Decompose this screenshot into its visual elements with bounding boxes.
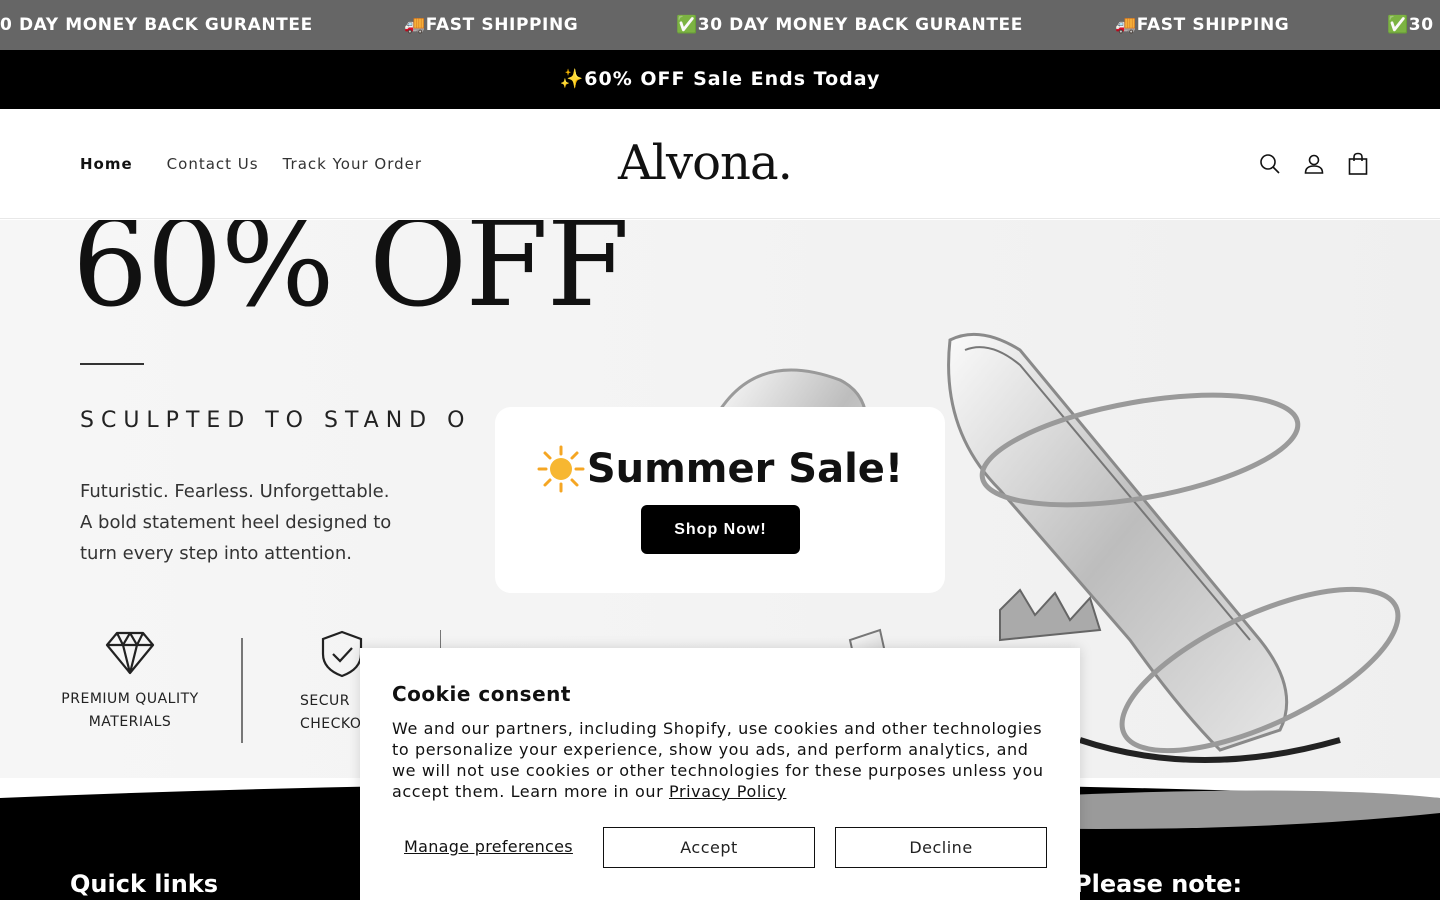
site-header: Home Contact Us Track Your Order Alvona. bbox=[0, 109, 1440, 219]
marquee-item: ✅30 bbox=[1387, 15, 1434, 35]
announcement-bar: ✨60% OFF Sale Ends Today bbox=[0, 50, 1440, 109]
hero-divider bbox=[80, 363, 144, 365]
marquee-item: 0 DAY MONEY BACK GURANTEE bbox=[0, 15, 313, 35]
cookie-consent-dialog: Cookie consent We and our partners, incl… bbox=[360, 648, 1080, 900]
privacy-policy-link[interactable]: Privacy Policy bbox=[669, 782, 786, 801]
marquee-item: ✅30 DAY MONEY BACK GURANTEE bbox=[676, 15, 1023, 35]
shield-check-icon bbox=[320, 630, 364, 682]
cart-icon[interactable] bbox=[1346, 152, 1370, 176]
hero-copy-line: A bold statement heel designed to bbox=[80, 512, 392, 533]
diamond-icon bbox=[105, 631, 155, 680]
footer-quick-links-heading: Quick links bbox=[70, 870, 219, 898]
cookie-title: Cookie consent bbox=[392, 682, 571, 706]
search-icon[interactable] bbox=[1258, 152, 1282, 176]
hero-headline: 60% OFF bbox=[72, 220, 630, 334]
logo[interactable]: Alvona. bbox=[618, 133, 818, 193]
nav-contact-us[interactable]: Contact Us bbox=[167, 155, 259, 173]
nav-home[interactable]: Home bbox=[80, 155, 133, 173]
summer-sale-popup: Summer Sale! Shop Now! bbox=[495, 407, 945, 593]
hero-copy-line: turn every step into attention. bbox=[80, 543, 352, 564]
accept-button[interactable]: Accept bbox=[603, 827, 815, 868]
popup-title-text: Summer Sale! bbox=[586, 446, 904, 492]
hero-copy-line: Futuristic. Fearless. Unforgettable. bbox=[80, 481, 390, 502]
marquee-bar: 0 DAY MONEY BACK GURANTEE 🚚FAST SHIPPING… bbox=[0, 0, 1440, 50]
marquee-item: 🚚FAST SHIPPING bbox=[404, 15, 579, 35]
feature-divider bbox=[241, 638, 243, 743]
shop-now-button[interactable]: Shop Now! bbox=[641, 505, 800, 554]
footer-please-note-heading: Please note: bbox=[1074, 870, 1243, 898]
popup-title: Summer Sale! bbox=[495, 445, 945, 493]
nav-track-order[interactable]: Track Your Order bbox=[283, 155, 422, 173]
cookie-text: We and our partners, including Shopify, … bbox=[392, 719, 1044, 801]
feature-premium: PREMIUM QUALITY MATERIALS bbox=[40, 630, 220, 734]
marquee-item: 🚚FAST SHIPPING bbox=[1115, 15, 1290, 35]
account-icon[interactable] bbox=[1302, 152, 1326, 176]
sun-icon bbox=[537, 445, 585, 493]
feature-label: PREMIUM QUALITY MATERIALS bbox=[61, 691, 199, 730]
main-nav: Home Contact Us Track Your Order bbox=[80, 109, 446, 219]
decline-button[interactable]: Decline bbox=[835, 827, 1047, 868]
manage-preferences-link[interactable]: Manage preferences bbox=[404, 837, 573, 856]
hero-copy: Futuristic. Fearless. Unforgettable. A b… bbox=[80, 476, 480, 569]
hero-tagline: SCULPTED TO STAND O bbox=[80, 408, 472, 433]
header-icons bbox=[1258, 109, 1370, 219]
